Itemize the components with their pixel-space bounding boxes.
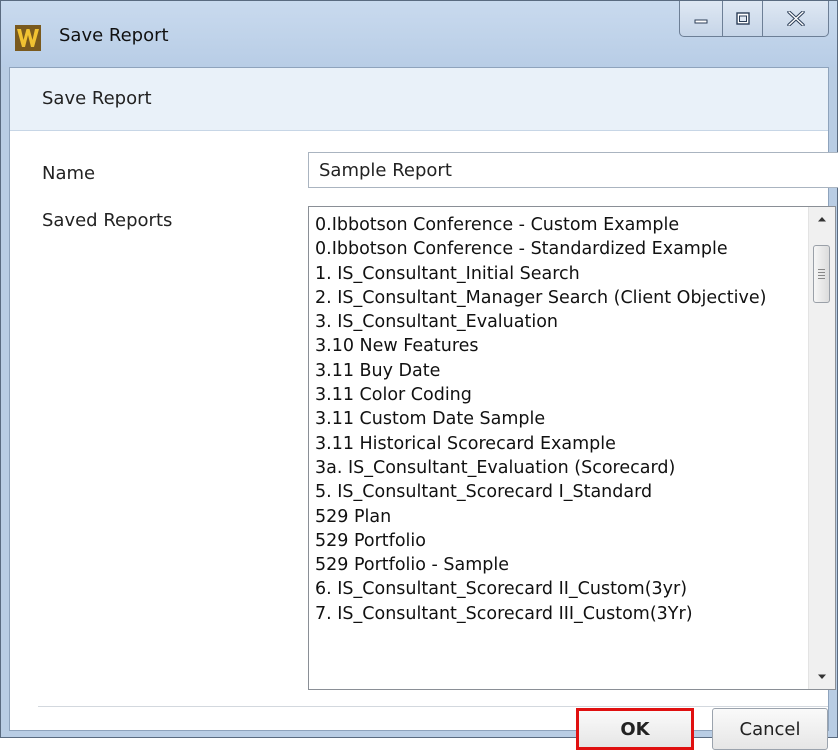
list-item[interactable]: 2. IS_Consultant_Manager Search (Client … bbox=[315, 286, 803, 310]
list-item[interactable]: 3.11 Color Coding bbox=[315, 383, 803, 407]
list-item[interactable]: 529 Portfolio - Sample bbox=[315, 553, 803, 577]
window-controls bbox=[679, 1, 829, 39]
dialog-body: Save Report Name Saved Reports 0.Ibbotso… bbox=[9, 67, 838, 731]
list-item[interactable]: 7. IS_Consultant_Scorecard III_Custom(3Y… bbox=[315, 602, 803, 626]
scroll-thumb[interactable] bbox=[813, 245, 830, 303]
close-button[interactable] bbox=[763, 1, 829, 37]
scroll-down-button[interactable] bbox=[809, 665, 835, 689]
minimize-icon bbox=[694, 19, 708, 23]
app-logo-icon bbox=[15, 25, 41, 51]
close-icon bbox=[786, 11, 805, 26]
list-item[interactable]: 3.11 Buy Date bbox=[315, 359, 803, 383]
saved-reports-items: 0.Ibbotson Conference - Custom Example 0.… bbox=[315, 213, 803, 626]
report-name-input[interactable] bbox=[308, 152, 838, 188]
title-bar[interactable]: Save Report bbox=[1, 1, 837, 67]
list-item[interactable]: 3. IS_Consultant_Evaluation bbox=[315, 310, 803, 334]
list-item[interactable]: 5. IS_Consultant_Scorecard I_Standard bbox=[315, 480, 803, 504]
vertical-scrollbar[interactable] bbox=[808, 207, 835, 689]
scroll-down-arrow-icon bbox=[818, 674, 826, 679]
scroll-up-arrow-icon bbox=[818, 217, 826, 222]
list-item[interactable]: 529 Portfolio bbox=[315, 529, 803, 553]
list-item[interactable]: 0.Ibbotson Conference - Standardized Exa… bbox=[315, 237, 803, 261]
maximize-icon bbox=[735, 12, 750, 25]
footer-divider bbox=[38, 706, 828, 707]
list-item[interactable]: 3a. IS_Consultant_Evaluation (Scorecard) bbox=[315, 456, 803, 480]
ok-button[interactable]: OK bbox=[576, 708, 694, 750]
list-item[interactable]: 3.10 New Features bbox=[315, 334, 803, 358]
list-item[interactable]: 3.11 Custom Date Sample bbox=[315, 407, 803, 431]
minimize-button[interactable] bbox=[679, 1, 723, 37]
window-title: Save Report bbox=[59, 25, 169, 46]
save-report-window: Save Report Save Report Name Sample Repo… bbox=[0, 0, 838, 738]
dialog-header: Save Report bbox=[10, 68, 828, 131]
scroll-up-button[interactable] bbox=[809, 207, 835, 231]
list-item[interactable]: 3.11 Historical Scorecard Example bbox=[315, 432, 803, 456]
maximize-button[interactable] bbox=[723, 1, 763, 37]
list-item[interactable]: 6. IS_Consultant_Scorecard II_Custom(3yr… bbox=[315, 577, 803, 601]
saved-reports-label: Saved Reports bbox=[42, 210, 173, 231]
cancel-button[interactable]: Cancel bbox=[712, 708, 828, 750]
saved-reports-list[interactable]: 0.Ibbotson Conference - Custom Example 0.… bbox=[308, 206, 836, 690]
list-item[interactable]: 1. IS_Consultant_Initial Search bbox=[315, 262, 803, 286]
dialog-header-title: Save Report bbox=[42, 88, 152, 109]
name-label: Name bbox=[42, 163, 96, 184]
list-item[interactable]: 529 Plan bbox=[315, 505, 803, 529]
list-item[interactable]: 0.Ibbotson Conference - Custom Example bbox=[315, 213, 803, 237]
